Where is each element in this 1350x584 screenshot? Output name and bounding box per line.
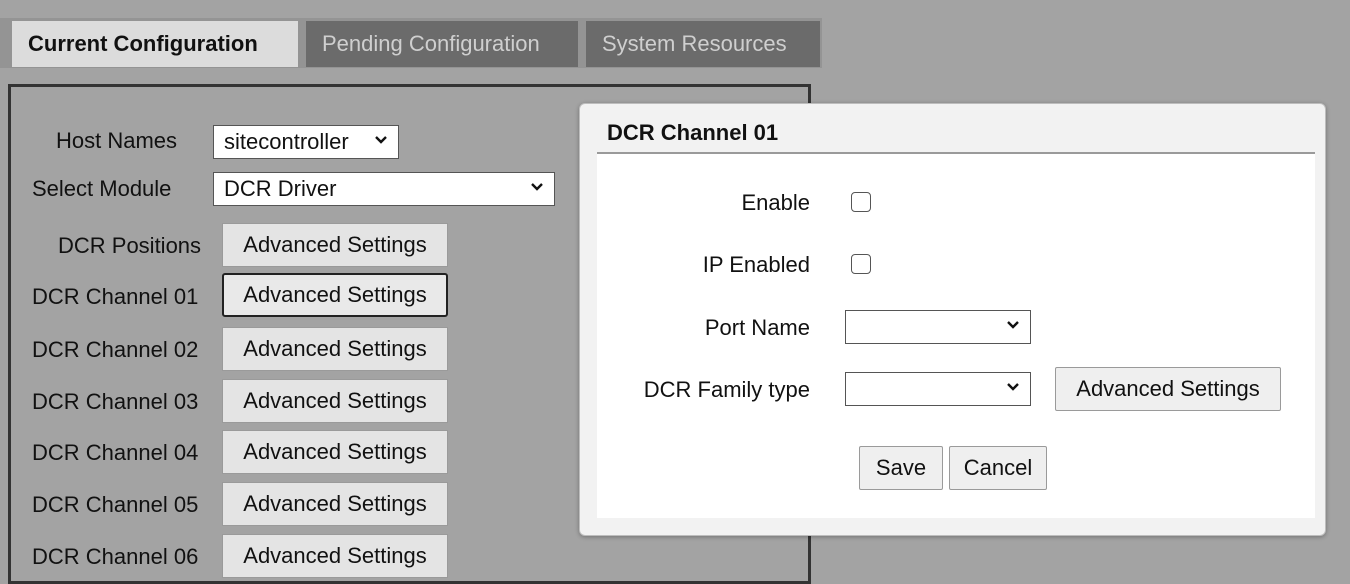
row-label-dcr-channel-01: DCR Channel 01 — [32, 284, 199, 309]
enable-checkbox[interactable] — [851, 192, 871, 212]
tab-system-resources[interactable]: System Resources — [586, 21, 820, 67]
tab-current-configuration[interactable]: Current Configuration — [12, 21, 298, 67]
dcr-family-type-select[interactable] — [845, 372, 1031, 406]
row-label-dcr-channel-06: DCR Channel 06 — [32, 544, 199, 569]
dialog-title: DCR Channel 01 — [607, 120, 779, 145]
row-label-dcr-positions: DCR Positions — [58, 233, 202, 258]
enable-label: Enable — [741, 190, 810, 215]
dcr-channel-dialog: DCR Channel 01 Enable IP Enabled Port Na… — [579, 103, 1326, 536]
save-button[interactable]: Save — [859, 446, 943, 490]
dcr-channel-03-advanced-settings-button[interactable]: Advanced Settings — [222, 379, 448, 423]
chevron-down-icon — [1007, 321, 1019, 329]
port-name-select[interactable] — [845, 310, 1031, 344]
chevron-down-icon — [531, 183, 543, 191]
dcr-family-type-label: DCR Family type — [643, 377, 810, 402]
port-name-label: Port Name — [704, 315, 810, 340]
dcr-positions-advanced-settings-button[interactable]: Advanced Settings — [222, 223, 448, 267]
dcr-channel-01-advanced-settings-button[interactable]: Advanced Settings — [222, 273, 448, 317]
host-names-value: sitecontroller — [224, 129, 349, 154]
chevron-down-icon — [375, 136, 387, 144]
tab-pending-configuration[interactable]: Pending Configuration — [306, 21, 578, 67]
dialog-body: Enable IP Enabled Port Name DCR Family t… — [597, 154, 1315, 518]
dcr-channel-02-advanced-settings-button[interactable]: Advanced Settings — [222, 327, 448, 371]
select-module-select[interactable]: DCR Driver — [213, 172, 555, 206]
host-names-select[interactable]: sitecontroller — [213, 125, 399, 159]
chevron-down-icon — [1007, 383, 1019, 391]
select-module-value: DCR Driver — [224, 176, 337, 201]
dcr-channel-04-advanced-settings-button[interactable]: Advanced Settings — [222, 430, 448, 474]
ip-enabled-label: IP Enabled — [702, 252, 810, 277]
dcr-channel-05-advanced-settings-button[interactable]: Advanced Settings — [222, 482, 448, 526]
tab-bar: Current Configuration Pending Configurat… — [0, 0, 830, 68]
family-advanced-settings-button[interactable]: Advanced Settings — [1055, 367, 1281, 411]
row-label-dcr-channel-04: DCR Channel 04 — [32, 440, 199, 465]
host-names-label: Host Names — [56, 128, 178, 153]
dcr-channel-06-advanced-settings-button[interactable]: Advanced Settings — [222, 534, 448, 578]
ip-enabled-checkbox[interactable] — [851, 254, 871, 274]
row-label-dcr-channel-02: DCR Channel 02 — [32, 337, 199, 362]
row-label-dcr-channel-03: DCR Channel 03 — [32, 389, 199, 414]
row-label-dcr-channel-05: DCR Channel 05 — [32, 492, 199, 517]
cancel-button[interactable]: Cancel — [949, 446, 1047, 490]
select-module-label: Select Module — [32, 176, 172, 201]
